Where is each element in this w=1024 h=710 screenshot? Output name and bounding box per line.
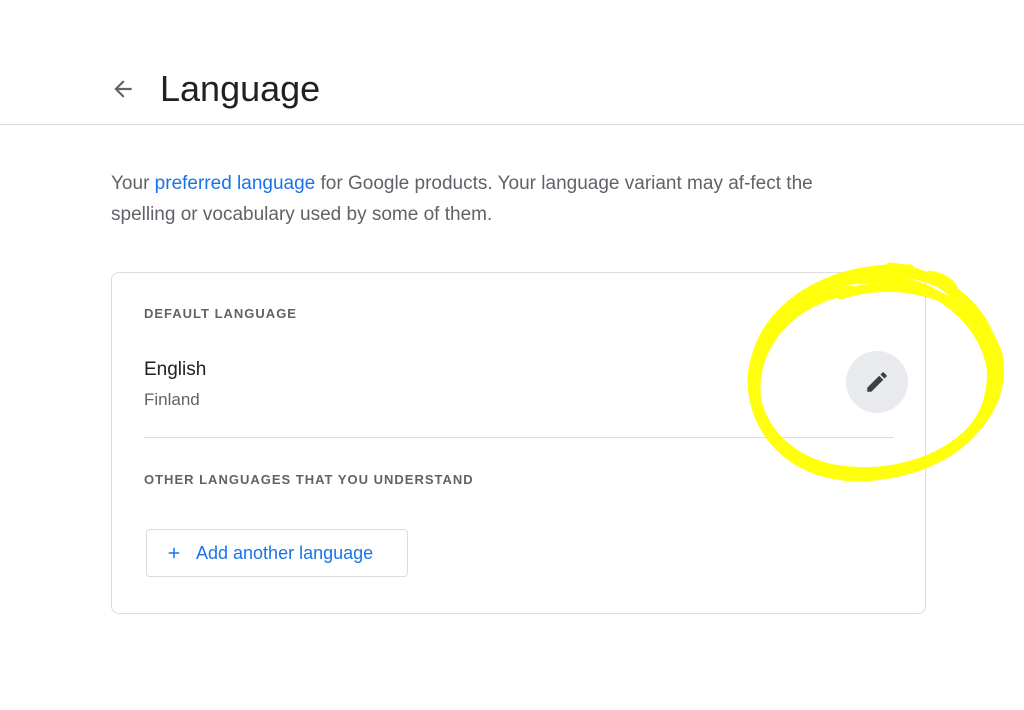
preferred-language-link[interactable]: preferred language (155, 173, 316, 194)
arrow-back-icon (114, 80, 132, 98)
language-settings-page: Language Your preferred language for Goo… (0, 0, 1024, 710)
default-language-name: English (144, 359, 207, 380)
back-button[interactable] (104, 70, 142, 108)
edit-default-language-button[interactable] (846, 351, 908, 413)
add-language-label: Add another language (196, 542, 374, 563)
plus-icon (168, 547, 180, 559)
intro-description: Your preferred language for Google produ… (111, 168, 831, 230)
default-language-label: DEFAULT LANGUAGE (144, 306, 297, 321)
pencil-icon (867, 372, 887, 392)
default-language-region: Finland (144, 390, 200, 409)
language-card: DEFAULT LANGUAGE English Finland OTHER L… (111, 272, 926, 614)
other-languages-label: OTHER LANGUAGES THAT YOU UNDERSTAND (144, 472, 474, 487)
intro-text-before: Your (111, 173, 155, 194)
page-header: Language (0, 0, 1024, 125)
page-title: Language (160, 68, 321, 109)
section-divider (144, 437, 894, 438)
add-another-language-button[interactable]: Add another language (146, 529, 408, 577)
